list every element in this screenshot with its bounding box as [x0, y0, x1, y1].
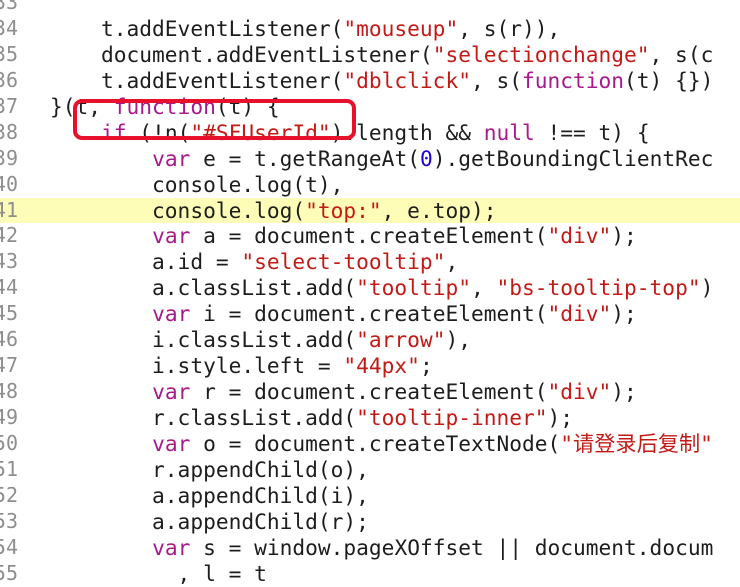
code-text: console.log("top:", e.top);	[50, 197, 497, 223]
code-text: document.addEventListener("selectionchan…	[50, 41, 714, 67]
code-line: 42 var a = document.createElement("div")…	[0, 223, 740, 249]
line-number[interactable]: 36	[0, 68, 18, 94]
line-number[interactable]: 44	[0, 275, 18, 301]
code-text: t.addEventListener("mouseup", s(r)),	[50, 15, 561, 41]
code-line: 35 document.addEventListener("selectionc…	[0, 42, 740, 68]
code-text: console.log(t),	[50, 171, 344, 197]
line-number[interactable]: 45	[0, 301, 18, 327]
line-number[interactable]: 41	[0, 198, 18, 224]
code-line: 53 a.appendChild(r);	[0, 509, 740, 535]
code-line: 36 t.addEventListener("dblclick", s(func…	[0, 68, 740, 94]
code-text: var s = window.pageXOffset || document.d…	[152, 534, 714, 560]
code-text: var i = document.createElement("div");	[152, 301, 637, 327]
annotation-highlight-box	[73, 99, 356, 140]
code-text: a.appendChild(r);	[50, 508, 369, 534]
line-number[interactable]: 52	[0, 483, 18, 509]
code-line: 45 var i = document.createElement("div")…	[0, 301, 740, 327]
code-text: var r = document.createElement("div");	[152, 379, 637, 405]
line-number[interactable]: 51	[0, 457, 18, 483]
code-line: 51 r.appendChild(o),	[0, 457, 740, 483]
line-number[interactable]: 33	[0, 0, 18, 16]
code-text: var o = document.createTextNode("请登录后复制"	[152, 430, 713, 456]
code-line: 44 a.classList.add("tooltip", "bs-toolti…	[0, 275, 740, 301]
code-line: 55 , l = t	[0, 561, 740, 587]
code-line: 49 r.classList.add("tooltip-inner");	[0, 405, 740, 431]
code-text: a.classList.add("tooltip", "bs-tooltip-t…	[50, 275, 714, 301]
code-text: , l = t	[50, 560, 267, 586]
code-line: 33	[0, 0, 740, 16]
code-line: 48 var r = document.createElement("div")…	[0, 379, 740, 405]
code-text: t.addEventListener("dblclick", s(functio…	[50, 67, 714, 93]
code-line: 50 var o = document.createTextNode("请登录后…	[0, 431, 740, 457]
code-text: r.classList.add("tooltip-inner");	[50, 405, 574, 430]
line-number[interactable]: 42	[0, 223, 18, 249]
code-text: a.id = "select-tooltip",	[50, 249, 459, 275]
code-line: 52 a.appendChild(i),	[0, 483, 740, 509]
line-number[interactable]: 55	[0, 561, 18, 587]
code-line: 54 var s = window.pageXOffset || documen…	[0, 535, 740, 561]
line-number[interactable]: 37	[0, 94, 18, 120]
code-text: var e = t.getRangeAt(0).getBoundingClien…	[152, 145, 714, 171]
code-line: 43 a.id = "select-tooltip",	[0, 249, 740, 275]
code-text: i.style.left = "44px";	[50, 353, 433, 379]
line-number[interactable]: 49	[0, 405, 18, 431]
line-number[interactable]: 46	[0, 327, 18, 353]
line-number[interactable]: 40	[0, 172, 18, 198]
code-line: 47 i.style.left = "44px";	[0, 353, 740, 379]
code-editor: 3334 t.addEventListener("mouseup", s(r))…	[0, 0, 740, 587]
code-text: r.appendChild(o),	[50, 456, 369, 482]
line-number[interactable]: 53	[0, 509, 18, 535]
code-text: var a = document.createElement("div");	[152, 223, 637, 249]
code-line: 39 var e = t.getRangeAt(0).getBoundingCl…	[0, 146, 740, 172]
line-number[interactable]: 48	[0, 379, 18, 405]
line-number[interactable]: 38	[0, 120, 18, 146]
code-line: 34 t.addEventListener("mouseup", s(r)),	[0, 16, 740, 42]
line-number[interactable]: 47	[0, 353, 18, 379]
code-line-highlighted: 41 console.log("top:", e.top);	[0, 197, 740, 224]
line-number[interactable]: 39	[0, 146, 18, 172]
code-line: 40 console.log(t),	[0, 172, 740, 198]
code-text: i.classList.add("arrow"),	[50, 327, 471, 353]
line-number[interactable]: 35	[0, 42, 18, 68]
line-number[interactable]: 43	[0, 249, 18, 275]
line-number[interactable]: 34	[0, 16, 18, 42]
code-line: 46 i.classList.add("arrow"),	[0, 327, 740, 353]
line-number[interactable]: 54	[0, 535, 18, 561]
code-text: a.appendChild(i),	[50, 482, 369, 508]
line-number[interactable]: 50	[0, 431, 18, 457]
